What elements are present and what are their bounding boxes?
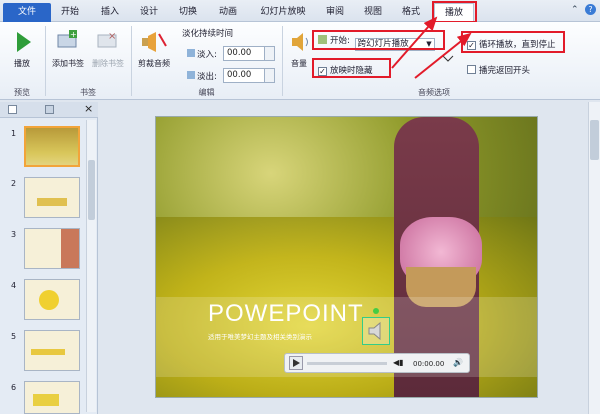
slide-title[interactable]: POWEPOINT xyxy=(208,300,364,328)
thumb-shape xyxy=(61,229,79,268)
audio-icon-object[interactable] xyxy=(362,308,390,345)
rotate-handle[interactable] xyxy=(373,308,379,314)
slides-tab-icon[interactable] xyxy=(8,105,17,114)
close-icon[interactable]: × xyxy=(84,102,93,115)
scrollbar-thumb[interactable] xyxy=(88,160,95,220)
panel-header: × xyxy=(0,102,98,118)
thumb-shape xyxy=(33,394,59,406)
scrollbar-thumb[interactable] xyxy=(590,120,599,160)
skip-back-icon[interactable]: ◀▮ xyxy=(393,358,404,367)
volume-control-icon[interactable]: 🔊 xyxy=(453,358,463,367)
audio-player-bar: ◀▮ 00:00.00 🔊 xyxy=(284,353,470,373)
thumbnail-scrollbar[interactable] xyxy=(86,120,96,412)
slide-thumbnail-5[interactable] xyxy=(24,330,80,371)
slide-number: 3 xyxy=(11,230,17,239)
slide-canvas: POWEPOINT 适用于唯美梦幻主题及相关类别演示 ◀▮ 00:00.00 🔊 xyxy=(155,116,538,398)
slide-subtitle[interactable]: 适用于唯美梦幻主题及相关类别演示 xyxy=(208,331,312,341)
slide-thumbnail-2[interactable] xyxy=(24,177,80,218)
arrow-to-loop xyxy=(414,32,472,79)
speaker-icon xyxy=(368,321,381,341)
slide-thumbnail-panel: × 1 2 3 4 5 6 xyxy=(0,102,98,414)
player-time: 00:00.00 xyxy=(413,360,445,368)
thumb-image xyxy=(26,128,78,165)
slide-number: 2 xyxy=(11,179,17,188)
outline-tab-icon[interactable] xyxy=(45,105,54,114)
play-icon xyxy=(293,359,300,367)
slide-number: 1 xyxy=(11,129,17,138)
slide-editor: POWEPOINT 适用于唯美梦幻主题及相关类别演示 ◀▮ 00:00.00 🔊 xyxy=(99,102,600,414)
thumb-shape xyxy=(39,290,59,310)
slide-scrollbar[interactable] xyxy=(588,102,600,414)
slide-number: 5 xyxy=(11,332,17,341)
slide-number: 6 xyxy=(11,383,17,392)
thumb-shape xyxy=(31,349,65,355)
slide-thumbnail-6[interactable] xyxy=(24,381,80,414)
slide-number: 4 xyxy=(11,281,17,290)
slide-thumbnail-4[interactable] xyxy=(24,279,80,320)
arrow-to-tab xyxy=(391,16,438,69)
thumb-shape xyxy=(37,198,67,206)
player-play-button[interactable] xyxy=(289,356,303,370)
slide-thumbnail-3[interactable] xyxy=(24,228,80,269)
slide-thumbnail-1[interactable] xyxy=(24,126,80,167)
progress-track[interactable] xyxy=(307,362,387,365)
